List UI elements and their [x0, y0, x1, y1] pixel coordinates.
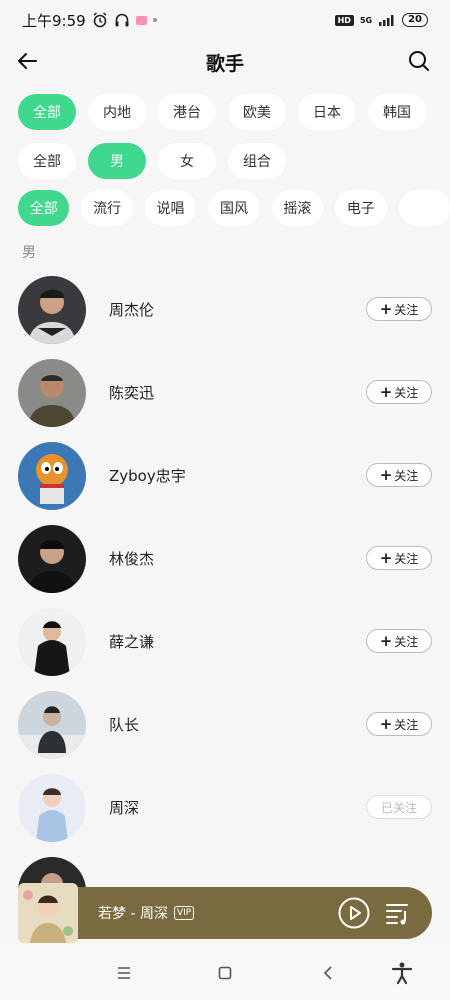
search-icon [409, 51, 429, 71]
genre-filter-row: 全部 流行 说唱 国风 摇滚 电子 [18, 190, 450, 226]
follow-button[interactable]: + 关注 [366, 712, 432, 736]
play-icon [338, 897, 370, 929]
home-icon [218, 966, 232, 980]
playlist-icon [386, 904, 408, 925]
battery-level: 20 [402, 13, 428, 27]
back-nav-button[interactable] [316, 961, 340, 985]
menu-icon [118, 967, 130, 979]
plus-icon: + [379, 382, 393, 401]
avatar [18, 607, 86, 676]
avatar [18, 441, 86, 510]
avatar [18, 358, 86, 427]
singer-name: 林俊杰 [109, 550, 155, 568]
gender-filter-row: 全部 男 女 组合 [18, 143, 286, 179]
gender-chip-female[interactable]: 女 [158, 143, 216, 179]
plus-icon: + [379, 465, 393, 484]
region-filter-row: 全部 内地 港台 欧美 日本 韩国 [18, 94, 426, 130]
genre-chip-more[interactable] [398, 190, 450, 226]
singer-name: Zyboy忠宇 [109, 467, 186, 485]
region-chip-japan[interactable]: 日本 [298, 94, 356, 130]
list-item[interactable]: 周杰伦 + 关注 [0, 268, 450, 351]
gender-chip-all[interactable]: 全部 [18, 143, 76, 179]
followed-button[interactable]: 已关注 [366, 795, 432, 819]
genre-chip-all[interactable]: 全部 [18, 190, 70, 226]
genre-chip-pop[interactable]: 流行 [81, 190, 133, 226]
singer-name: 薛之谦 [109, 633, 155, 651]
accessibility-icon [391, 962, 413, 985]
back-button[interactable] [12, 46, 42, 76]
hd-icon: HD [334, 14, 354, 26]
avatar [18, 524, 86, 593]
region-chip-mainland[interactable]: 内地 [88, 94, 146, 130]
playlist-button[interactable] [384, 899, 412, 927]
singer-name: 周深 [109, 799, 140, 817]
mini-player[interactable]: 若梦 - 周深 VIP [18, 883, 432, 943]
menu-button[interactable] [112, 961, 136, 985]
follow-button[interactable]: + 关注 [366, 629, 432, 653]
follow-button[interactable]: + 关注 [366, 380, 432, 404]
list-item[interactable]: 薛之谦 + 关注 [0, 600, 450, 683]
follow-button[interactable]: + 关注 [366, 463, 432, 487]
singer-list: 周杰伦 + 关注 陈奕迅 + 关注 Zyboy忠宇 + 关注 林俊杰 + 关注 薛之谦 … [0, 268, 450, 932]
singer-name: 周杰伦 [109, 301, 155, 319]
follow-button[interactable]: + 关注 [366, 546, 432, 570]
genre-chip-guofeng[interactable]: 国风 [208, 190, 260, 226]
list-item[interactable]: 陈奕迅 + 关注 [0, 351, 450, 434]
chevron-left-icon [323, 966, 332, 980]
singer-name: 陈奕迅 [109, 384, 155, 402]
back-arrow-icon [18, 53, 37, 69]
search-button[interactable] [404, 46, 434, 76]
avatar [18, 773, 86, 842]
follow-button[interactable]: + 关注 [366, 297, 432, 321]
plus-icon: + [379, 631, 393, 650]
singer-name: 队长 [109, 716, 140, 734]
section-label: 男 [22, 245, 36, 261]
gender-chip-male[interactable]: 男 [88, 143, 146, 179]
page-title: 歌手 [205, 52, 244, 75]
plus-icon: + [379, 299, 393, 318]
avatar [18, 275, 86, 344]
plus-icon: + [379, 548, 393, 567]
genre-chip-rock[interactable]: 摇滚 [271, 190, 324, 226]
region-chip-korea[interactable]: 韩国 [368, 94, 426, 130]
now-playing[interactable]: 若梦 - 周深 VIP [98, 903, 195, 923]
accessibility-button[interactable] [390, 961, 414, 985]
list-item[interactable]: 周深 已关注 [0, 766, 450, 849]
region-chip-western[interactable]: 欧美 [228, 94, 286, 130]
list-item[interactable]: 林俊杰 + 关注 [0, 517, 450, 600]
vip-badge: VIP [173, 906, 195, 920]
plus-icon: + [379, 714, 393, 733]
gender-chip-group[interactable]: 组合 [228, 143, 286, 179]
avatar [18, 690, 86, 759]
alarm-icon [93, 12, 107, 28]
system-nav-bar [0, 945, 450, 1000]
genre-chip-electronic[interactable]: 电子 [335, 190, 387, 226]
region-chip-hktw[interactable]: 港台 [158, 94, 216, 130]
more-notifications-icon [152, 18, 157, 22]
status-time: 上午9:59 [22, 11, 86, 30]
home-button[interactable] [213, 961, 237, 985]
headphones-icon [115, 13, 129, 27]
album-cover[interactable] [18, 883, 78, 943]
status-bar: 上午9:59 HD 5G 20 [0, 0, 450, 40]
page-header: 歌手 [0, 40, 450, 84]
song-title: 若梦 - 周深 [98, 906, 168, 922]
signal-icon [379, 15, 394, 26]
list-item[interactable]: Zyboy忠宇 + 关注 [0, 434, 450, 517]
genre-chip-rap[interactable]: 说唱 [144, 190, 197, 226]
region-chip-all[interactable]: 全部 [18, 94, 76, 130]
app-notification-icon [135, 15, 147, 25]
list-item[interactable]: 队长 + 关注 [0, 683, 450, 766]
play-button[interactable] [338, 897, 370, 929]
network-type: 5G [359, 15, 373, 25]
